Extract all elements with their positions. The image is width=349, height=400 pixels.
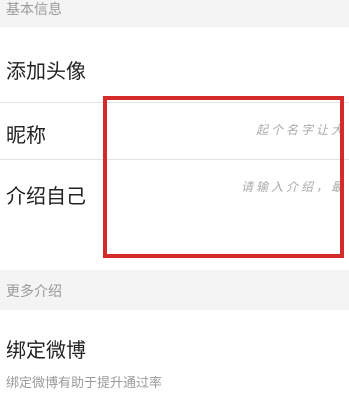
bind-weibo-label: 绑定微博: [6, 338, 86, 362]
bind-weibo-row[interactable]: 绑定微博 绑定微博有助于提升通过率: [0, 310, 349, 400]
add-avatar-label: 添加头像: [6, 59, 86, 83]
add-avatar-row[interactable]: 添加头像: [0, 27, 349, 102]
intro-label: 介绍自己: [6, 184, 86, 208]
section-header-basic-info: 基本信息: [0, 0, 349, 27]
nickname-label: 昵称: [6, 123, 46, 147]
nickname-input[interactable]: [110, 121, 346, 139]
intro-row: 介绍自己: [0, 160, 349, 270]
intro-input[interactable]: [110, 178, 346, 196]
section-title-basic-info: 基本信息: [6, 2, 62, 18]
section-title-more-intro: 更多介绍: [6, 284, 62, 300]
section-header-more-intro: 更多介绍: [0, 270, 349, 310]
bind-weibo-hint: 绑定微博有助于提升通过率: [6, 376, 163, 391]
